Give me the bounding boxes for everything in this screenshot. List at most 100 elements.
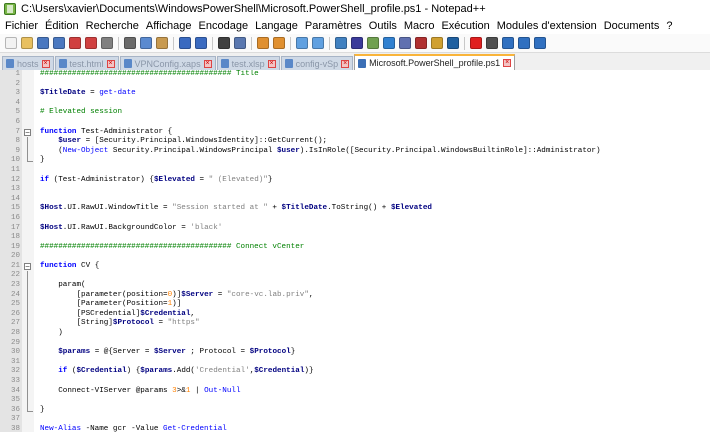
save-all-icon[interactable]	[53, 37, 65, 49]
stop-record-icon[interactable]	[486, 37, 498, 49]
undo-icon[interactable]	[179, 37, 191, 49]
function-list-icon[interactable]	[415, 37, 427, 49]
zoom-out-icon[interactable]	[273, 37, 285, 49]
fold-margin	[22, 204, 34, 214]
code-line: 8 $user = [Security.Principal.WindowsIde…	[0, 137, 710, 147]
save-icon[interactable]	[37, 37, 49, 49]
tab-0[interactable]: hosts ×	[2, 56, 54, 70]
code-editor[interactable]: 1 #######################################…	[0, 70, 710, 432]
line-number: 18	[0, 233, 22, 243]
tab-close-icon[interactable]: ×	[203, 59, 212, 68]
tab-close-icon[interactable]: ×	[503, 59, 512, 67]
code-line: 12 if (Test-Administrator) {$Elevated = "…	[0, 175, 710, 186]
fold-margin	[22, 146, 34, 157]
replace-icon[interactable]	[234, 37, 246, 49]
fold-margin	[22, 156, 34, 166]
play-multiple-icon[interactable]	[518, 37, 530, 49]
menu-item-6[interactable]: Paramètres	[303, 20, 367, 32]
fold-toggle-icon[interactable]	[22, 127, 34, 138]
code-text: [parameter(position=0)]$Server = "core-v…	[40, 290, 314, 299]
line-number: 11	[0, 165, 22, 176]
fold-margin	[22, 194, 34, 205]
tab-close-icon[interactable]: ×	[267, 59, 276, 68]
close-all-icon[interactable]	[85, 37, 97, 49]
copy-icon[interactable]	[140, 37, 152, 49]
menu-item-5[interactable]: Langage	[253, 20, 303, 32]
menu-item-3[interactable]: Affichage	[144, 20, 197, 32]
code-text: $params = @{Server = $Server ; Protocol …	[58, 348, 296, 357]
fold-margin	[22, 329, 34, 339]
show-all-chars-icon[interactable]	[351, 37, 363, 49]
sync-horizontal-icon[interactable]	[312, 37, 324, 49]
menu-item-7[interactable]: Outils	[367, 20, 402, 32]
fold-toggle-icon[interactable]	[22, 261, 34, 272]
menu-item-4[interactable]: Encodage	[197, 20, 254, 32]
tab-2[interactable]: VPNConfig.xaps ×	[119, 56, 216, 70]
line-number: 38	[0, 424, 22, 432]
line-number: 26	[0, 309, 22, 320]
line-number: 28	[0, 329, 22, 339]
code-text: $user = [Security.Principal.WindowsIdent…	[58, 137, 328, 146]
sync-vertical-icon[interactable]	[296, 37, 308, 49]
code-line: 2	[0, 79, 710, 90]
tab-4[interactable]: config-vSp ×	[280, 56, 354, 70]
menu-item-10[interactable]: Modules d'extension	[495, 20, 602, 32]
line-number: 22	[0, 271, 22, 282]
code-text: ########################################…	[40, 242, 305, 251]
zoom-in-icon[interactable]	[257, 37, 269, 49]
record-macro-icon[interactable]	[470, 37, 482, 49]
doc-map-icon[interactable]	[399, 37, 411, 49]
file-icon	[220, 59, 229, 68]
menu-item-11[interactable]: Documents	[602, 20, 665, 32]
tab-close-icon[interactable]: ×	[106, 59, 115, 68]
menu-item-0[interactable]: Fichier	[3, 20, 43, 32]
fold-margin	[22, 386, 34, 397]
code-text: $Host.UI.RawUI.BackgroundColor = 'black'	[40, 223, 223, 232]
word-wrap-icon[interactable]	[335, 37, 347, 49]
menu-item-2[interactable]: Recherche	[84, 20, 144, 32]
tab-label: VPNConfig.xaps	[134, 58, 201, 69]
tab-3[interactable]: test.xlsp ×	[216, 56, 280, 70]
tab-label: test.html	[69, 58, 104, 69]
code-line: 37	[0, 415, 710, 425]
fold-margin	[22, 175, 34, 186]
code-line: 29	[0, 338, 710, 349]
fold-margin	[22, 281, 34, 291]
tab-bar: hosts × test.html × VPNConfig.xaps × test.xlsp…	[0, 53, 710, 71]
fold-margin	[22, 424, 34, 432]
code-line: 3 $TitleDate = get-date	[0, 89, 710, 99]
fold-margin	[22, 300, 34, 310]
close-icon[interactable]	[69, 37, 81, 49]
indent-guide-icon[interactable]	[367, 37, 379, 49]
open-file-icon[interactable]	[21, 37, 33, 49]
redo-icon[interactable]	[195, 37, 207, 49]
cut-icon[interactable]	[124, 37, 136, 49]
file-icon	[358, 58, 367, 68]
save-macro-icon[interactable]	[534, 37, 546, 49]
menu-item-8[interactable]: Macro	[402, 20, 440, 32]
menu-item-12[interactable]: ?	[664, 20, 677, 32]
user-lang-icon[interactable]	[383, 37, 395, 49]
code-line: 33	[0, 377, 710, 387]
play-macro-icon[interactable]	[502, 37, 514, 49]
line-number: 7	[0, 127, 22, 138]
tab-1[interactable]: test.html ×	[54, 56, 119, 70]
monitoring-icon[interactable]	[447, 37, 459, 49]
code-line: 24 [parameter(position=0)]$Server = "cor…	[0, 290, 710, 301]
tab-close-icon[interactable]: ×	[41, 59, 50, 68]
find-icon[interactable]	[218, 37, 230, 49]
new-file-icon[interactable]	[5, 37, 17, 49]
line-number: 23	[0, 281, 22, 291]
print-icon[interactable]	[101, 37, 113, 49]
tab-close-icon[interactable]: ×	[341, 59, 350, 68]
tab-5[interactable]: Microsoft.PowerShell_profile.ps1 ×	[354, 54, 516, 70]
code-text: }	[40, 405, 45, 414]
folder-workspace-icon[interactable]	[431, 37, 443, 49]
window-title: C:\Users\xavier\Documents\WindowsPowerSh…	[21, 3, 486, 15]
line-number: 27	[0, 319, 22, 330]
line-number: 2	[0, 79, 22, 90]
menu-item-9[interactable]: Exécution	[439, 20, 494, 32]
paste-icon[interactable]	[156, 37, 168, 49]
fold-margin	[22, 117, 34, 128]
menu-item-1[interactable]: Édition	[43, 20, 84, 32]
